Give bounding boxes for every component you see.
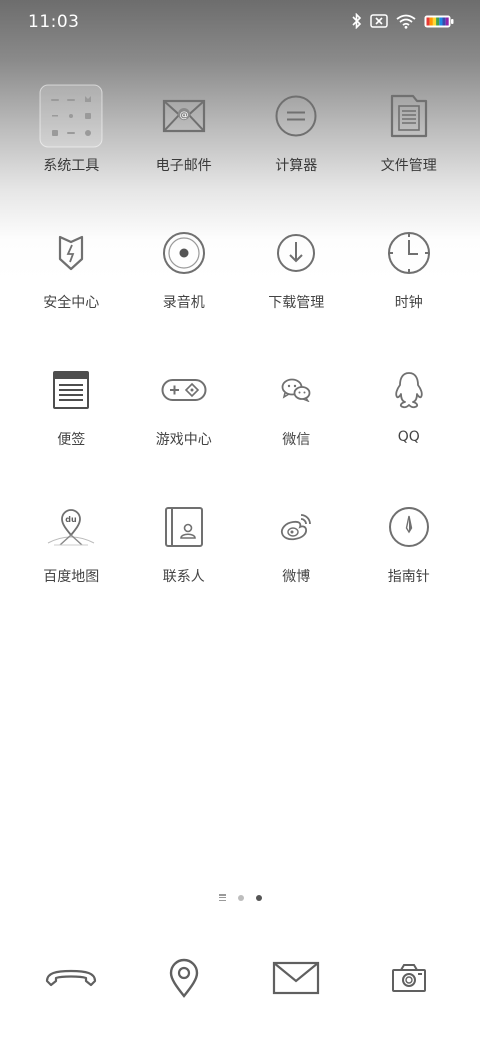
location-pin-icon xyxy=(169,958,198,998)
contacts-icon xyxy=(152,495,216,559)
app-label: 下载管理 xyxy=(268,295,325,311)
wifi-icon xyxy=(396,14,416,29)
dock xyxy=(15,948,465,1008)
app-label: 联系人 xyxy=(162,569,205,585)
wechat-icon xyxy=(264,358,328,422)
app-label: 百度地图 xyxy=(43,569,100,585)
app-weibo[interactable]: 微博 xyxy=(240,495,353,597)
app-label: 指南针 xyxy=(387,569,430,585)
app-label: 便签 xyxy=(57,432,86,448)
battery-icon xyxy=(424,15,454,27)
app-label: 安全中心 xyxy=(43,295,100,311)
system-tools-folder-icon xyxy=(39,84,103,148)
app-system-tools[interactable]: 系统工具 xyxy=(15,84,128,186)
status-icons xyxy=(352,13,454,29)
app-label: 电子邮件 xyxy=(155,158,212,174)
compass-icon xyxy=(377,495,441,559)
app-security-center[interactable]: 安全中心 xyxy=(15,221,128,323)
app-baidu-map[interactable]: du 百度地图 xyxy=(15,495,128,597)
bluetooth-icon xyxy=(352,13,362,29)
file-manager-icon xyxy=(377,84,441,148)
gamepad-icon xyxy=(152,358,216,422)
app-label: 录音机 xyxy=(162,295,205,311)
email-icon: @ xyxy=(152,84,216,148)
qq-penguin-icon xyxy=(377,358,441,422)
baidu-map-icon: du xyxy=(39,495,103,559)
mail-envelope-icon xyxy=(273,961,320,995)
app-qq[interactable]: QQ xyxy=(353,358,466,460)
dock-camera[interactable] xyxy=(353,948,466,1008)
app-wechat[interactable]: 微信 xyxy=(240,358,353,460)
app-recorder[interactable]: 录音机 xyxy=(128,221,241,323)
app-label: 微信 xyxy=(282,432,311,448)
calculator-icon xyxy=(264,84,328,148)
page-dot[interactable] xyxy=(237,894,244,901)
notes-icon xyxy=(39,358,103,422)
app-contacts[interactable]: 联系人 xyxy=(128,495,241,597)
app-label: 时钟 xyxy=(394,295,423,311)
weibo-icon xyxy=(264,495,328,559)
dock-phone[interactable] xyxy=(15,948,128,1008)
security-shield-icon xyxy=(39,221,103,285)
app-calculator[interactable]: 计算器 xyxy=(240,84,353,186)
app-download-manager[interactable]: 下载管理 xyxy=(240,221,353,323)
app-file-manager[interactable]: 文件管理 xyxy=(353,84,466,186)
sim-no-signal-icon xyxy=(370,14,388,28)
app-label: 文件管理 xyxy=(380,158,437,174)
app-game-center[interactable]: 游戏中心 xyxy=(128,358,241,460)
status-time: 11:03 xyxy=(28,12,80,32)
clock-icon xyxy=(377,221,441,285)
app-email[interactable]: @ 电子邮件 xyxy=(128,84,241,186)
app-grid: 系统工具 @ 电子邮件 计算器 文件管理 安全中心 录音机 下载管理 时钟 便签… xyxy=(15,84,465,597)
page-dot-active[interactable] xyxy=(255,894,262,901)
app-clock[interactable]: 时钟 xyxy=(353,221,466,323)
status-bar: 11:03 xyxy=(0,0,480,44)
app-label: 计算器 xyxy=(275,158,318,174)
app-notes[interactable]: 便签 xyxy=(15,358,128,460)
svg-text:@: @ xyxy=(179,111,188,121)
camera-icon xyxy=(391,964,426,992)
page-indicator xyxy=(0,894,480,901)
dock-location[interactable] xyxy=(128,948,241,1008)
phone-icon xyxy=(46,969,97,987)
app-label: QQ xyxy=(397,429,420,445)
app-label: 游戏中心 xyxy=(155,432,212,448)
dock-mail[interactable] xyxy=(240,948,353,1008)
app-compass[interactable]: 指南针 xyxy=(353,495,466,597)
recorder-icon xyxy=(152,221,216,285)
app-label: 微博 xyxy=(282,569,311,585)
download-icon xyxy=(264,221,328,285)
app-label: 系统工具 xyxy=(43,158,100,174)
page-menu-icon[interactable] xyxy=(218,894,226,901)
svg-text:du: du xyxy=(66,515,78,524)
